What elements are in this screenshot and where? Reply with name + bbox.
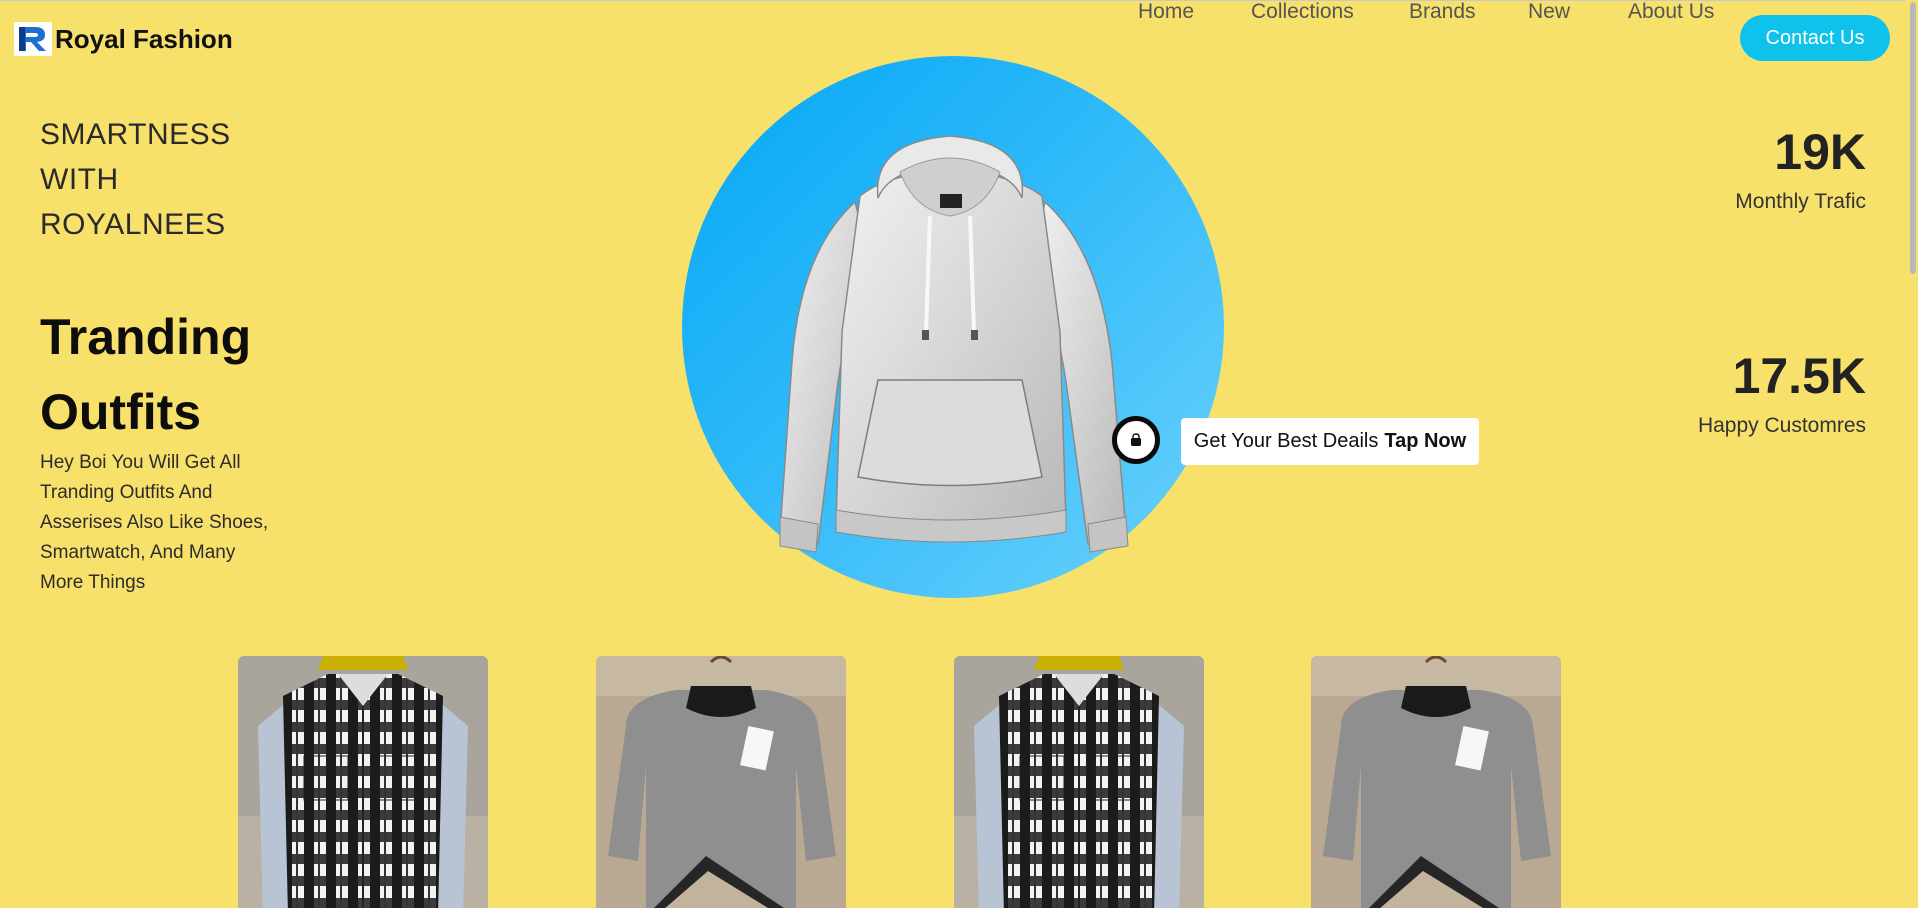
stat-value: 17.5K <box>1732 348 1866 404</box>
product-card[interactable] <box>1311 656 1561 908</box>
grey-sweater-image <box>1311 656 1561 908</box>
brand-logo-icon <box>14 22 52 56</box>
product-card[interactable] <box>596 656 846 908</box>
grey-sweater-image <box>596 656 846 908</box>
stat-label: Happy Customres <box>1697 414 1866 437</box>
heading-line: Outfits <box>40 384 202 440</box>
heading-line: Tranding <box>40 309 252 365</box>
brand-name: Royal Fashion <box>55 23 233 54</box>
stat-happy-customers: 17.5K Happy Customres <box>1698 348 1866 438</box>
tagline-line: WITH <box>40 163 119 196</box>
stat-label: Monthly Trafic <box>1735 190 1866 213</box>
nav-link-brands[interactable]: Brands <box>1409 0 1476 24</box>
hoodie-image <box>779 135 1129 553</box>
hero-heading: Tranding Outfits <box>40 300 251 450</box>
brand[interactable]: Royal Fashion <box>14 22 233 56</box>
product-card[interactable] <box>954 656 1204 908</box>
product-card[interactable] <box>238 656 488 908</box>
tagline-line: ROYALNEES <box>40 208 226 241</box>
nav-link-new[interactable]: New <box>1528 0 1570 24</box>
hero-tagline: SMARTNESS WITH ROYALNEES <box>40 112 231 247</box>
deal-callout[interactable]: Get Your Best Deails Tap Now <box>1181 418 1479 465</box>
page-scrollbar[interactable] <box>1906 0 1918 908</box>
checked-shirt-image <box>238 656 488 908</box>
tagline-line: SMARTNESS <box>40 118 231 151</box>
deal-cta[interactable]: Tap Now <box>1384 430 1466 453</box>
scrollbar-thumb[interactable] <box>1910 2 1916 274</box>
stat-value: 19K <box>1774 124 1866 180</box>
nav-link-home[interactable]: Home <box>1138 0 1194 24</box>
stat-monthly-traffic: 19K Monthly Trafic <box>1735 124 1866 214</box>
hero-description: Hey Boi You Will Get All Tranding Outfit… <box>40 452 269 593</box>
deal-text: Get Your Best Deails <box>1193 430 1379 452</box>
shopping-bag-button[interactable] <box>1112 416 1160 464</box>
nav-link-collections[interactable]: Collections <box>1251 0 1354 24</box>
contact-us-button[interactable]: Contact Us <box>1740 15 1890 61</box>
shopping-bag-icon <box>1131 433 1141 446</box>
nav-link-about-us[interactable]: About Us <box>1628 0 1714 24</box>
checked-shirt-image <box>954 656 1204 908</box>
